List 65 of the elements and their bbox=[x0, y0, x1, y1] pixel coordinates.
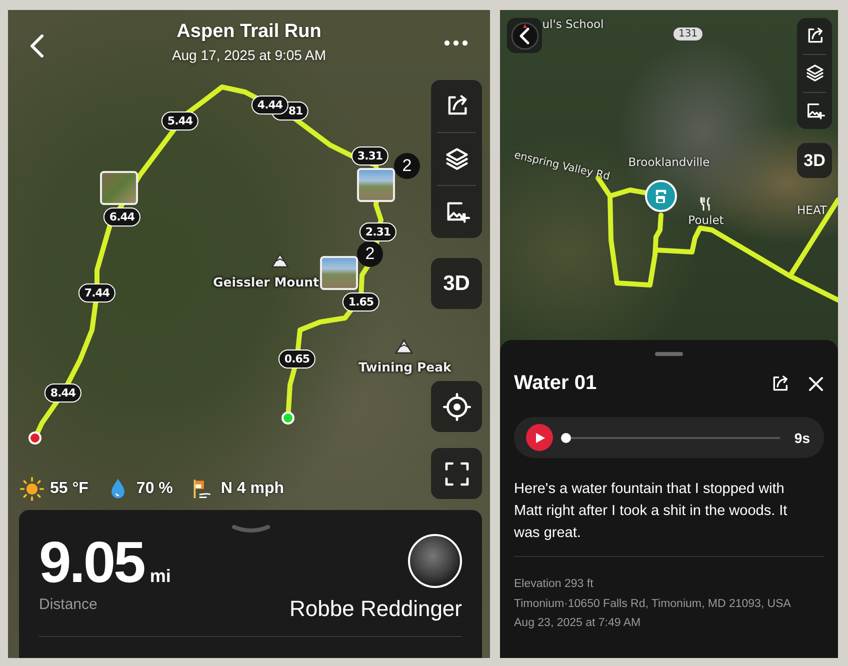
mountain-icon bbox=[394, 337, 414, 355]
distance-value: 9.05 bbox=[39, 530, 144, 595]
road-label: enspring Valley Rd bbox=[513, 149, 611, 183]
layers-icon bbox=[804, 63, 824, 84]
address-text: Timonium·10650 Falls Rd, Timonium, MD 21093, USA bbox=[514, 596, 791, 612]
mile-marker: 5.44 bbox=[161, 112, 199, 130]
close-button[interactable] bbox=[808, 376, 824, 392]
mile-marker: 1.65 bbox=[342, 292, 380, 312]
restaurant-icon bbox=[700, 197, 712, 211]
drag-handle[interactable] bbox=[655, 352, 683, 356]
place-label: Geissler Mount bbox=[213, 274, 319, 290]
avatar bbox=[408, 534, 462, 588]
photo-count-badge: 2 bbox=[394, 153, 420, 179]
locate-icon bbox=[442, 392, 470, 420]
waypoint-note: Here's a water fountain that I stopped with Matt right after I took a shit in the woods. It was great. bbox=[514, 480, 788, 543]
mile-marker: 3.31 bbox=[351, 146, 389, 166]
end-point-marker bbox=[28, 432, 42, 444]
fullscreen-button[interactable] bbox=[431, 448, 482, 499]
photo-thumbnail[interactable] bbox=[320, 256, 358, 290]
close-icon bbox=[808, 376, 824, 392]
route-shield: 131 bbox=[673, 28, 703, 40]
place-label: ul's School bbox=[542, 17, 604, 31]
weather-reading: N 4 mph bbox=[220, 480, 284, 498]
audio-thumb[interactable] bbox=[561, 432, 571, 442]
back-icon bbox=[30, 34, 44, 58]
play-button[interactable] bbox=[526, 424, 553, 451]
mile-marker: 6.44 bbox=[103, 208, 141, 226]
photo-thumbnail[interactable] bbox=[357, 168, 395, 202]
compass-back-icon bbox=[510, 20, 540, 50]
place-label: Poulet bbox=[688, 213, 724, 227]
athlete-name: Robbe Reddinger bbox=[290, 596, 462, 622]
mile-marker: 0.65 bbox=[278, 350, 316, 368]
sun-icon bbox=[20, 477, 44, 501]
photo-thumbnail[interactable] bbox=[100, 171, 138, 205]
start-point-marker bbox=[282, 412, 294, 424]
collapse-handle-icon bbox=[230, 524, 270, 534]
locate-button[interactable] bbox=[431, 381, 482, 432]
timestamp-text: Aug 23, 2025 at 7:49 AM bbox=[514, 616, 641, 631]
distance-label: Distance bbox=[39, 596, 98, 613]
mile-marker: 7.44 bbox=[78, 284, 116, 302]
activity-date: Aug 17, 2025 at 9:05 AM bbox=[172, 47, 326, 63]
activity-title: Aspen Trail Run bbox=[176, 21, 322, 43]
waypoint-title: Water 01 bbox=[514, 372, 597, 395]
3d-button[interactable]: 3D bbox=[431, 258, 482, 309]
elevation-text: Elevation 293 ft bbox=[514, 577, 594, 592]
back-button[interactable] bbox=[507, 18, 542, 53]
more-icon[interactable] bbox=[444, 40, 468, 46]
audio-duration: 9s bbox=[794, 430, 810, 446]
place-label: HEAT bbox=[797, 203, 827, 217]
weather-reading: 55 °F bbox=[50, 480, 88, 498]
play-icon bbox=[534, 432, 546, 444]
photo-count-badge: 2 bbox=[357, 241, 383, 267]
place-label: Twining Peak bbox=[358, 360, 452, 374]
3d-button[interactable]: 3D bbox=[797, 143, 832, 178]
mountain-icon bbox=[270, 251, 290, 269]
distance-unit: mi bbox=[150, 566, 171, 586]
mile-marker: 8.44 bbox=[44, 384, 82, 402]
weather-reading: 70 % bbox=[136, 480, 173, 498]
layers-icon bbox=[444, 146, 470, 172]
mile-marker: 4.44 bbox=[251, 96, 289, 114]
mile-marker: 2.31 bbox=[359, 222, 397, 242]
place-label: Brooklandville bbox=[628, 155, 710, 169]
add-photo-icon bbox=[804, 100, 824, 121]
water-fountain-marker[interactable] bbox=[645, 180, 677, 212]
fullscreen-icon bbox=[442, 460, 470, 488]
